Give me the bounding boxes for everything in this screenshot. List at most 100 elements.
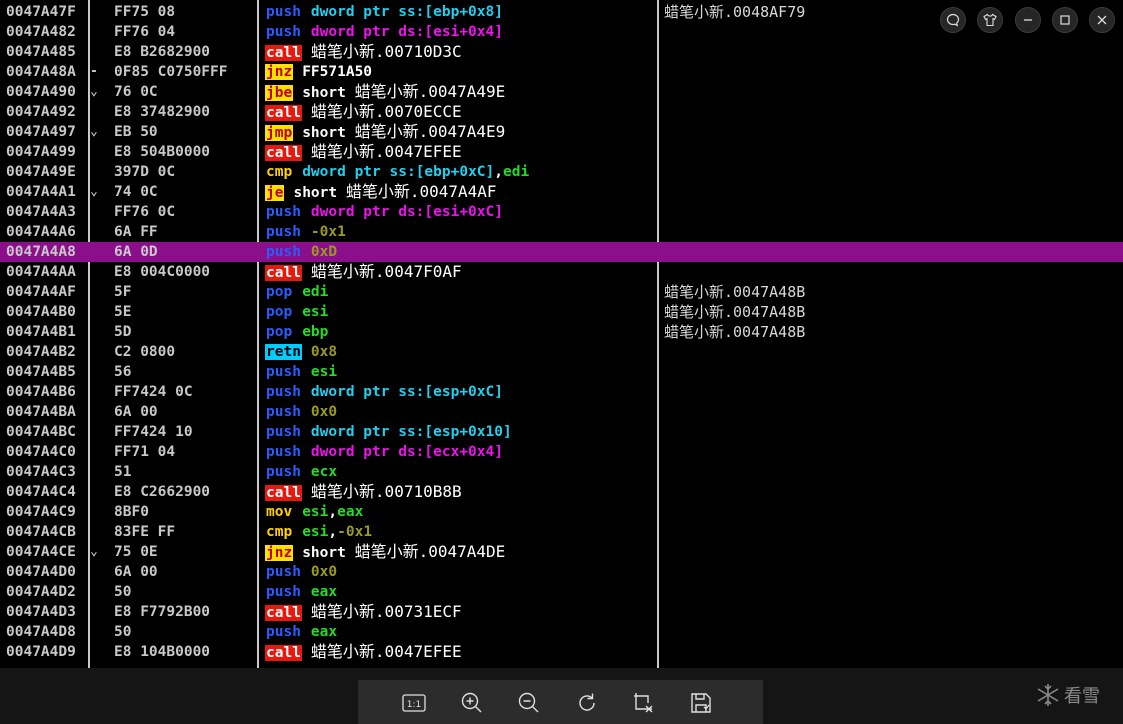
row-address: 0047A4C0 xyxy=(6,444,76,460)
zoom-in-icon[interactable] xyxy=(458,689,486,717)
operand: short xyxy=(302,125,355,141)
viewer-toolbar: 1:1 xyxy=(358,680,763,724)
disassembly-row[interactable]: 0047A4D2 50 push eax xyxy=(0,582,1123,602)
row-bytes: 50 xyxy=(114,624,132,640)
disassembly-row[interactable]: 0047A4AA E8 004C0000 call 蜡笔小新.0047F0AF xyxy=(0,262,1123,282)
row-address: 0047A4C9 xyxy=(6,504,76,520)
disassembly-row[interactable]: 0047A4C0 FF71 04 push dword ptr ds:[ecx+0x4… xyxy=(0,442,1123,462)
operand: eax xyxy=(337,504,364,520)
row-bytes: 56 xyxy=(114,364,132,380)
actual-size-icon[interactable]: 1:1 xyxy=(400,689,428,717)
mnemonic: jmp xyxy=(265,125,294,141)
disassembly-row[interactable]: 0047A4CE ⌄ 75 0E jnz short 蜡笔小新.0047A4DE xyxy=(0,542,1123,562)
disassembly-row[interactable]: 0047A492 E8 37482900 call 蜡笔小新.0070ECCE xyxy=(0,102,1123,122)
disassembly-row[interactable]: 0047A4D8 50 push eax xyxy=(0,622,1123,642)
snowflake-icon xyxy=(1037,684,1059,706)
row-bytes: E8 B2682900 xyxy=(114,44,211,60)
disassembly-row[interactable]: 0047A4A1 ⌄ 74 0C je short 蜡笔小新.0047A4AF xyxy=(0,182,1123,202)
row-instruction: push dword ptr ds:[esi+0xC] xyxy=(265,202,503,222)
disassembly-row[interactable]: 0047A499 E8 504B0000 call 蜡笔小新.0047EFEE xyxy=(0,142,1123,162)
disassembly-row[interactable]: 0047A4C4 E8 C2662900 call 蜡笔小新.00710B8B xyxy=(0,482,1123,502)
row-address: 0047A4D9 xyxy=(6,644,76,660)
disassembly-row[interactable]: 0047A4D3 E8 F7792B00 call 蜡笔小新.00731ECF xyxy=(0,602,1123,622)
mnemonic: jbe xyxy=(265,85,294,101)
operand: 蜡笔小新.0047F0AF xyxy=(310,262,462,281)
row-bytes: E8 004C0000 xyxy=(114,264,211,280)
disassembly-row[interactable]: 0047A4B6 FF7424 0C push dword ptr ss:[esp+0… xyxy=(0,382,1123,402)
row-instruction: push 0xD xyxy=(265,242,337,262)
mnemonic: call xyxy=(265,265,302,281)
mnemonic: je xyxy=(265,185,285,201)
mnemonic: call xyxy=(265,645,302,661)
row-instruction: jnz FF571A50 xyxy=(265,62,372,82)
disassembly-row[interactable]: 0047A4CB 83FE FF cmp esi,-0x1 xyxy=(0,522,1123,542)
disassembly-row[interactable]: 0047A4A6 6A FF push -0x1 xyxy=(0,222,1123,242)
row-address: 0047A497 xyxy=(6,124,76,140)
disassembly-row[interactable]: 0047A4D9 E8 104B0000 call 蜡笔小新.0047EFEE xyxy=(0,642,1123,662)
row-instruction: push esi xyxy=(265,362,337,382)
row-address: 0047A4D8 xyxy=(6,624,76,640)
row-instruction: call 蜡笔小新.00731ECF xyxy=(265,602,462,623)
row-address: 0047A4A1 xyxy=(6,184,76,200)
close-icon[interactable] xyxy=(1089,7,1115,33)
disassembly-row[interactable]: 0047A485 E8 B2682900 call 蜡笔小新.00710D3C xyxy=(0,42,1123,62)
disassembly-row[interactable]: 0047A4AF 5F pop edi 蜡笔小新.0047A48B xyxy=(0,282,1123,302)
maximize-icon[interactable] xyxy=(1052,7,1078,33)
disassembly-row[interactable]: 0047A4B2 C2 0800 retn 0x8 xyxy=(0,342,1123,362)
row-bytes: FF76 0C xyxy=(114,204,176,220)
row-bytes: EB 50 xyxy=(114,124,158,140)
row-address: 0047A4B1 xyxy=(6,324,76,340)
disassembly-row[interactable]: 0047A497 ⌄ EB 50 jmp short 蜡笔小新.0047A4E9 xyxy=(0,122,1123,142)
disassembly-row[interactable]: 0047A4C9 8BF0 mov esi,eax xyxy=(0,502,1123,522)
mnemonic: jnz xyxy=(265,64,294,80)
minimize-icon[interactable] xyxy=(1015,7,1041,33)
disassembly-row[interactable]: 0047A4B1 5D pop ebp 蜡笔小新.0047A48B xyxy=(0,322,1123,342)
jump-marker: ⌄ xyxy=(90,124,98,139)
window-controls xyxy=(940,6,1116,34)
disassembly-row[interactable]: 0047A490 ⌄ 76 0C jbe short 蜡笔小新.0047A49E xyxy=(0,82,1123,102)
row-bytes: E8 C2662900 xyxy=(114,484,211,500)
tshirt-icon[interactable] xyxy=(977,7,1003,33)
row-instruction: jmp short 蜡笔小新.0047A4E9 xyxy=(265,122,505,143)
row-instruction: cmp esi,-0x1 xyxy=(265,522,372,542)
disassembly-row[interactable]: 0047A4B5 56 push esi xyxy=(0,362,1123,382)
row-comment: 蜡笔小新.0047A48B xyxy=(664,323,806,341)
disassembly-row[interactable]: 0047A4BA 6A 00 push 0x0 xyxy=(0,402,1123,422)
mnemonic: push xyxy=(266,384,301,400)
row-instruction: push dword ptr ss:[esp+0xC] xyxy=(265,382,503,402)
mnemonic: push xyxy=(266,404,301,420)
disassembly-row[interactable]: 0047A4BC FF7424 10 push dword ptr ss:[esp+0… xyxy=(0,422,1123,442)
row-address: 0047A4B2 xyxy=(6,344,76,360)
row-instruction: push eax xyxy=(265,582,337,602)
row-bytes: 51 xyxy=(114,464,132,480)
disassembly-pane[interactable]: 0047A47F FF75 08 push dword ptr ss:[ebp+0x8… xyxy=(0,0,1123,668)
row-bytes: 397D 0C xyxy=(114,164,176,180)
jump-marker: ⌄ xyxy=(90,544,98,559)
disassembly-row-selected[interactable]: 0047A4A8 6A 0D push 0xD xyxy=(0,242,1123,262)
row-instruction: push dword ptr ds:[ecx+0x4] xyxy=(265,442,503,462)
disassembly-row[interactable]: 0047A4C3 51 push ecx xyxy=(0,462,1123,482)
operand: , xyxy=(328,504,338,520)
operand: -0x1 xyxy=(310,224,346,240)
zoom-out-icon[interactable] xyxy=(515,689,543,717)
mnemonic: call xyxy=(265,105,302,121)
crop-icon[interactable] xyxy=(630,689,658,717)
row-bytes: 0F85 C0750FFF xyxy=(114,64,228,80)
row-instruction: push -0x1 xyxy=(265,222,346,242)
disassembly-row[interactable]: 0047A48A - 0F85 C0750FFF jnz FF571A50 xyxy=(0,62,1123,82)
disassembly-row[interactable]: 0047A4D0 6A 00 push 0x0 xyxy=(0,562,1123,582)
rotate-icon[interactable] xyxy=(573,689,601,717)
operand: dword ptr ds:[esi+0xC] xyxy=(310,204,503,220)
row-instruction: call 蜡笔小新.00710B8B xyxy=(265,482,462,503)
disassembly-row[interactable]: 0047A4B0 5E pop esi 蜡笔小新.0047A48B xyxy=(0,302,1123,322)
row-comment: 蜡笔小新.0047A48B xyxy=(664,283,806,301)
mnemonic: cmp xyxy=(266,524,293,540)
disassembly-row[interactable]: 0047A49E 397D 0C cmp dword ptr ss:[ebp+0xC]… xyxy=(0,162,1123,182)
chat-icon[interactable] xyxy=(940,7,966,33)
disassembly-row[interactable]: 0047A4A3 FF76 0C push dword ptr ds:[esi+0xC… xyxy=(0,202,1123,222)
save-icon[interactable] xyxy=(687,689,715,717)
row-bytes: 6A FF xyxy=(114,224,158,240)
row-address: 0047A490 xyxy=(6,84,76,100)
row-bytes: 76 0C xyxy=(114,84,158,100)
mnemonic: mov xyxy=(266,504,293,520)
